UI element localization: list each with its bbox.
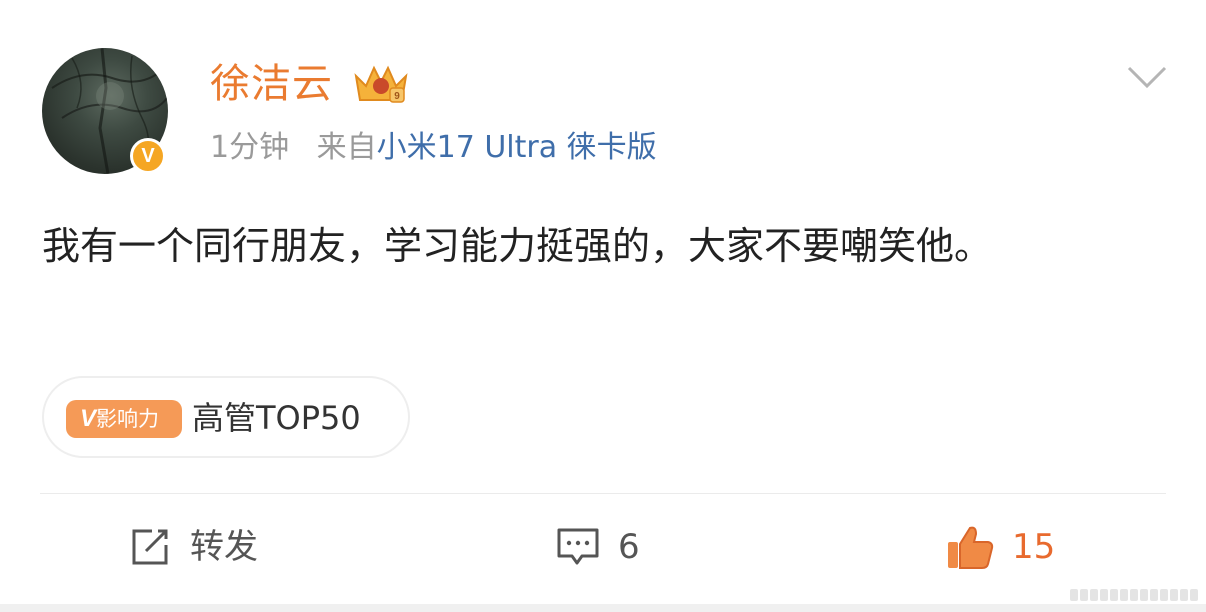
thumbs-up-icon: [948, 526, 994, 569]
avatar[interactable]: V: [42, 48, 168, 174]
like-count: 15: [1012, 527, 1056, 567]
source-prefix: 来自: [316, 130, 377, 165]
influence-badge: V影响力: [66, 400, 182, 438]
repost-icon: [132, 529, 168, 565]
post-body-text: 我有一个同行朋友，学习能力挺强的，大家不要嘲笑他。: [42, 224, 993, 268]
influence-tag[interactable]: V影响力 高管TOP50: [42, 376, 410, 458]
comment-count: 6: [618, 527, 640, 567]
influence-v-icon: V: [80, 405, 97, 432]
post-meta: 1分钟 来自小米17 Ultra 徕卡版: [210, 128, 657, 168]
weibo-post-card: V 徐洁云 9 1分钟 来自小米17 Ultra 徕卡版 我有一个同行朋友，学习…: [0, 0, 1206, 604]
divider: [40, 493, 1166, 494]
verified-badge-icon: V: [130, 138, 166, 174]
repost-label: 转发: [190, 527, 258, 567]
svg-text:9: 9: [394, 91, 400, 102]
author-name[interactable]: 徐洁云: [210, 58, 333, 110]
chevron-down-icon[interactable]: [1126, 64, 1168, 90]
device-link[interactable]: 小米17 Ultra 徕卡版: [377, 130, 657, 165]
comment-button[interactable]: 6: [556, 522, 640, 572]
crown-member-icon[interactable]: 9: [352, 62, 410, 106]
comment-icon: [557, 528, 599, 565]
repost-button[interactable]: 转发: [130, 522, 258, 572]
influence-tag-text: 高管TOP50: [192, 399, 361, 437]
influence-badge-label: 影响力: [96, 407, 160, 431]
like-button[interactable]: 15: [946, 522, 1055, 572]
watermark-dots: [1070, 586, 1206, 602]
post-time: 1分钟: [210, 130, 290, 165]
